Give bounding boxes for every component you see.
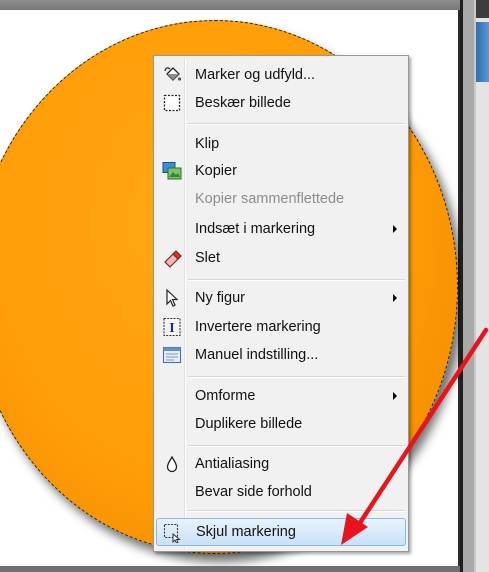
menu-item-label: Bevar side forhold [195, 484, 312, 500]
menu-item-label: Invertere markering [195, 319, 321, 335]
droplet-icon [162, 454, 182, 474]
copy-image-icon [162, 161, 182, 181]
menu-separator [188, 445, 405, 447]
svg-text:I: I [169, 321, 174, 336]
right-frame [460, 0, 489, 572]
menu-item-cut[interactable]: Klip [156, 132, 406, 156]
menu-item-transform[interactable]: Omforme [156, 384, 406, 408]
menu-item-label: Omforme [195, 388, 256, 404]
menu-separator [188, 376, 405, 378]
menu-item-copy-merged: Kopier sammenflettede [156, 187, 406, 211]
submenu-arrow-icon [393, 392, 397, 400]
menu-item-paste-into-selection[interactable]: Indsæt i markering [156, 217, 406, 241]
menu-item-label: Duplikere billede [195, 416, 303, 432]
eraser-icon [162, 248, 182, 268]
menu-separator [188, 279, 405, 281]
menu-item-label: Klip [195, 136, 220, 152]
menu-item-label: Kopier sammenflettede [195, 191, 345, 207]
manual-settings-icon [162, 345, 182, 365]
menu-item-invert-selection[interactable]: I Invertere markering [156, 315, 406, 339]
menu-item-delete[interactable]: Slet [156, 246, 406, 270]
bottom-bar [0, 566, 460, 572]
menu-item-label: Kopier [195, 163, 237, 179]
scrollbar-tab[interactable] [476, 22, 489, 82]
menu-item-label: Beskær billede [195, 95, 291, 111]
menu-item-label: Ny figur [195, 290, 245, 306]
menu-item-label: Manuel indstilling... [195, 347, 319, 363]
hide-selection-icon [163, 523, 183, 543]
context-menu: Marker og udfyld... Beskær billede Klip … [153, 55, 409, 552]
window-top-bar [0, 0, 475, 10]
paint-bucket-icon [162, 65, 182, 85]
menu-separator [188, 510, 405, 512]
menu-item-hide-selection[interactable]: Skjul markering [156, 518, 406, 546]
menu-item-antialiasing[interactable]: Antialiasing [156, 452, 406, 476]
invert-selection-icon: I [162, 317, 182, 337]
menu-item-new-shape[interactable]: Ny figur [156, 286, 406, 310]
scrollbar-top[interactable] [476, 0, 489, 18]
menu-item-label: Skjul markering [196, 524, 296, 540]
submenu-arrow-icon [393, 294, 397, 302]
menu-item-label: Slet [195, 250, 220, 266]
submenu-arrow-icon [393, 225, 397, 233]
menu-item-keep-aspect-ratio[interactable]: Bevar side forhold [156, 480, 406, 504]
menu-item-select-and-fill[interactable]: Marker og udfyld... [156, 63, 406, 87]
cursor-arrow-icon [162, 288, 182, 308]
menu-separator [188, 123, 405, 125]
menu-item-crop-image[interactable]: Beskær billede [156, 91, 406, 115]
menu-item-duplicate-image[interactable]: Duplikere billede [156, 412, 406, 436]
menu-item-copy[interactable]: Kopier [156, 159, 406, 183]
crop-icon [162, 93, 182, 113]
menu-item-label: Indsæt i markering [195, 221, 316, 237]
menu-item-label: Antialiasing [195, 456, 270, 472]
menu-item-manual-setting[interactable]: Manuel indstilling... [156, 343, 406, 367]
menu-item-label: Marker og udfyld... [195, 67, 316, 83]
